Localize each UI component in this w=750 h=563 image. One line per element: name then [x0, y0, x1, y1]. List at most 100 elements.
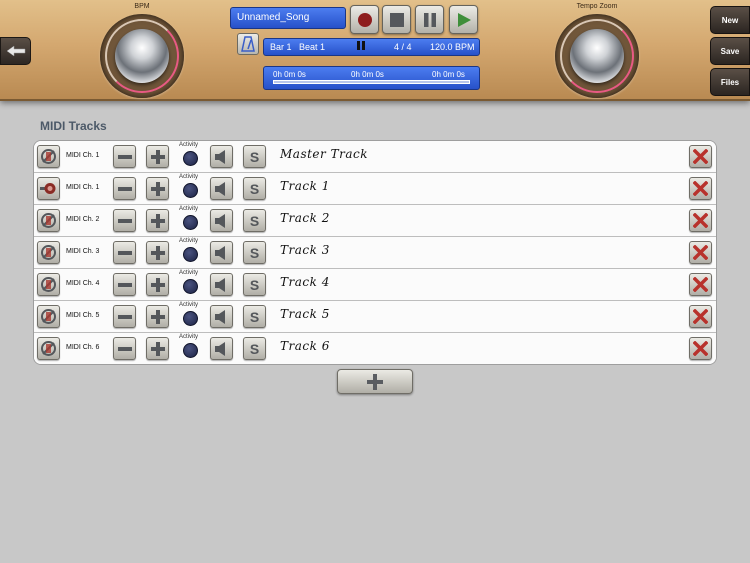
save-button[interactable]: Save: [710, 37, 750, 65]
midi-channel-label: MIDI Ch. 1: [66, 152, 100, 159]
tempo-zoom-knob[interactable]: [555, 14, 639, 98]
track-name[interactable]: Track 5: [280, 307, 330, 321]
pause-button[interactable]: [415, 5, 444, 34]
mute-button[interactable]: [210, 305, 233, 328]
new-button[interactable]: New: [710, 6, 750, 34]
mute-button[interactable]: [210, 241, 233, 264]
plus-button[interactable]: [146, 177, 169, 200]
solo-button[interactable]: S: [243, 337, 266, 360]
minus-button[interactable]: [113, 145, 136, 168]
track-row: MIDI Ch. 1 Activity S Master Track: [34, 141, 716, 173]
time-start: 0h 0m 0s: [273, 70, 306, 79]
metronome-button[interactable]: [237, 33, 259, 55]
activity-indicator: [183, 279, 198, 294]
stop-button[interactable]: [382, 5, 411, 34]
solo-button[interactable]: S: [243, 305, 266, 328]
plus-button[interactable]: [146, 305, 169, 328]
solo-button[interactable]: S: [243, 241, 266, 264]
section-title: MIDI Tracks: [40, 119, 107, 133]
input-toggle-button[interactable]: [37, 337, 60, 360]
input-toggle-button[interactable]: [37, 177, 60, 200]
plus-icon: [367, 373, 383, 390]
plus-button[interactable]: [146, 209, 169, 232]
input-toggle-button[interactable]: [37, 145, 60, 168]
delete-track-button[interactable]: [689, 177, 712, 200]
mute-button[interactable]: [210, 273, 233, 296]
back-arrow-icon: [6, 45, 25, 57]
input-toggle-button[interactable]: [37, 241, 60, 264]
minus-icon: [117, 154, 132, 159]
activity-label: Activity: [179, 174, 199, 180]
activity-label: Activity: [179, 206, 199, 212]
play-button[interactable]: [449, 5, 478, 34]
input-toggle-button[interactable]: [37, 209, 60, 232]
track-name[interactable]: Track 4: [280, 275, 330, 289]
speaker-icon: [214, 245, 225, 260]
plus-button[interactable]: [146, 273, 169, 296]
activity-label: Activity: [179, 334, 199, 340]
solo-button[interactable]: S: [243, 273, 266, 296]
activity-indicator: [183, 343, 198, 358]
speaker-icon: [214, 277, 225, 292]
track-list: MIDI Ch. 1 Activity S Master Track MIDI …: [33, 140, 717, 365]
plus-icon: [150, 213, 165, 228]
track-name[interactable]: Track 3: [280, 243, 330, 257]
track-name[interactable]: Track 6: [280, 339, 330, 353]
timeline-scrubber[interactable]: [273, 80, 470, 84]
plus-icon: [150, 149, 165, 164]
minus-button[interactable]: [113, 337, 136, 360]
solo-button[interactable]: S: [243, 177, 266, 200]
no-input-icon: [41, 245, 56, 260]
mute-button[interactable]: [210, 209, 233, 232]
input-toggle-button[interactable]: [37, 305, 60, 328]
pause-icon: [423, 12, 436, 27]
input-toggle-button[interactable]: [37, 273, 60, 296]
plus-icon: [150, 277, 165, 292]
record-button[interactable]: [350, 5, 379, 34]
track-name[interactable]: Track 2: [280, 211, 330, 225]
solo-button[interactable]: S: [243, 209, 266, 232]
timeline-panel[interactable]: 0h 0m 0s 0h 0m 0s 0h 0m 0s: [263, 66, 480, 90]
minus-button[interactable]: [113, 273, 136, 296]
close-icon: [693, 149, 708, 164]
minus-button[interactable]: [113, 177, 136, 200]
track-row: MIDI Ch. 6 Activity S Track 6: [34, 333, 716, 364]
plus-button[interactable]: [146, 337, 169, 360]
plus-icon: [150, 245, 165, 260]
track-name[interactable]: Master Track: [280, 147, 368, 161]
back-button[interactable]: [0, 37, 31, 65]
mute-button[interactable]: [210, 177, 233, 200]
bpm-knob[interactable]: [100, 14, 184, 98]
song-name-field[interactable]: Unnamed_Song: [230, 7, 346, 29]
delete-track-button[interactable]: [689, 145, 712, 168]
solo-button[interactable]: S: [243, 145, 266, 168]
minus-button[interactable]: [113, 209, 136, 232]
track-name[interactable]: Track 1: [280, 179, 330, 193]
pause-state-icon: [357, 41, 366, 52]
delete-track-button[interactable]: [689, 305, 712, 328]
track-row: MIDI Ch. 2 Activity S Track 2: [34, 205, 716, 237]
activity-indicator: [183, 311, 198, 326]
close-icon: [693, 213, 708, 228]
minus-icon: [117, 346, 132, 351]
mute-button[interactable]: [210, 145, 233, 168]
midi-channel-label: MIDI Ch. 3: [66, 248, 100, 255]
minus-button[interactable]: [113, 305, 136, 328]
mute-button[interactable]: [210, 337, 233, 360]
plus-button[interactable]: [146, 145, 169, 168]
activity-label: Activity: [179, 302, 199, 308]
delete-track-button[interactable]: [689, 337, 712, 360]
play-icon: [457, 12, 471, 27]
track-row: MIDI Ch. 4 Activity S Track 4: [34, 269, 716, 301]
activity-indicator: [183, 183, 198, 198]
time-signature: 4 / 4: [394, 42, 412, 52]
delete-track-button[interactable]: [689, 209, 712, 232]
files-button[interactable]: Files: [710, 68, 750, 96]
plus-icon: [150, 181, 165, 196]
delete-track-button[interactable]: [689, 241, 712, 264]
midi-channel-label: MIDI Ch. 5: [66, 312, 100, 319]
minus-button[interactable]: [113, 241, 136, 264]
plus-button[interactable]: [146, 241, 169, 264]
delete-track-button[interactable]: [689, 273, 712, 296]
add-track-button[interactable]: [337, 369, 413, 394]
